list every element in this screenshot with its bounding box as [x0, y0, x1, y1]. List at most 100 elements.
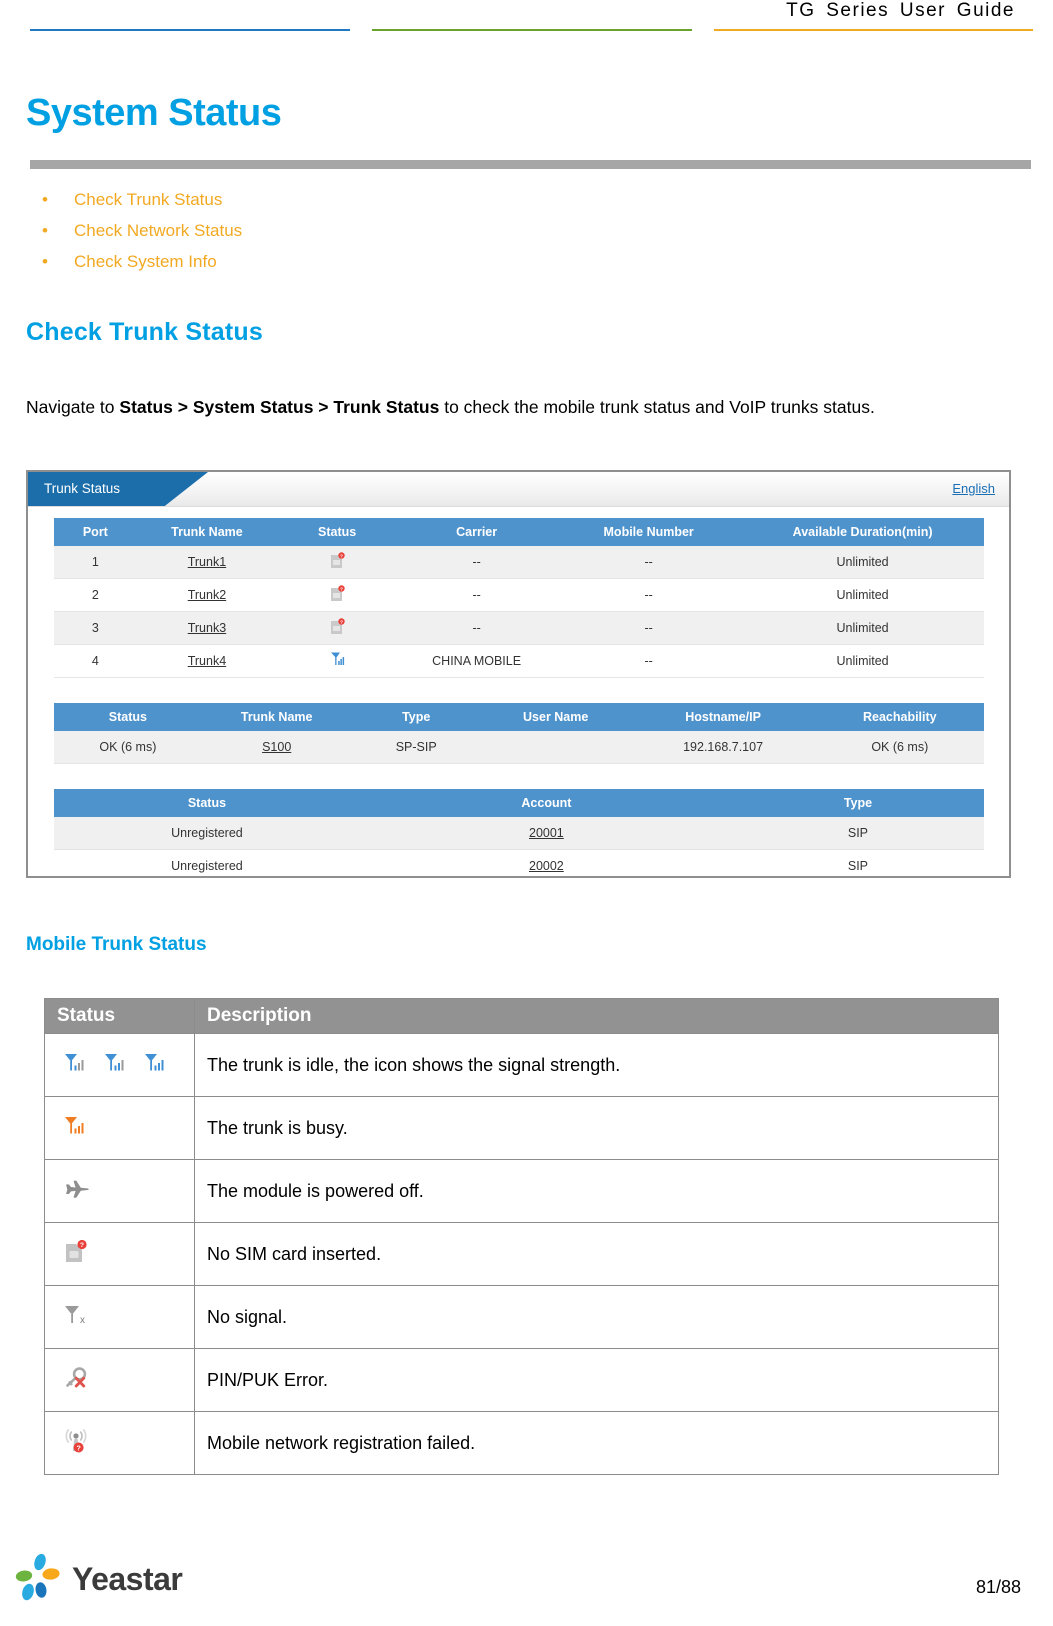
svg-text:?: ? [76, 1443, 81, 1452]
table-row: PIN/PUK Error. [44, 1348, 999, 1412]
cell-description: The trunk is idle, the icon shows the si… [194, 1033, 999, 1097]
table-row: 1 Trunk1 ? -- -- Unlimited [53, 546, 984, 579]
screenshot-topbar: Trunk Status English [28, 472, 1009, 507]
table-header-row: Port Trunk Name Status Carrier Mobile Nu… [53, 518, 984, 546]
svg-text:?: ? [340, 586, 343, 591]
cell-status: ? [276, 611, 398, 645]
footer-logo: Yeastar [8, 1549, 183, 1610]
title-underline-bar [30, 160, 1031, 169]
col-user-name: User Name [481, 703, 631, 731]
cell-carrier: CHINA MOBILE [397, 644, 556, 678]
table-header-row: Status Description [44, 998, 999, 1034]
trunk-link[interactable]: Trunk1 [188, 555, 226, 569]
col-available-duration: Available Duration(min) [741, 518, 984, 546]
cell-description: No SIM card inserted. [194, 1222, 999, 1286]
table-row: Unregistered 20002 SIP [53, 849, 984, 876]
col-status: Status [53, 703, 203, 731]
col-description: Description [194, 998, 999, 1034]
cell-type: SIP [732, 817, 984, 850]
mobile-trunk-status-legend-table: Status Description The trunk is idle, th… [44, 998, 999, 1475]
cell-trunk-name[interactable]: Trunk2 [137, 578, 277, 612]
signal-bars-idle-icon [103, 1052, 127, 1079]
page-title: System Status [26, 92, 282, 134]
cell-carrier: -- [397, 578, 556, 612]
trunk-link[interactable]: Trunk4 [188, 654, 226, 668]
paragraph-text-before: Navigate to [26, 397, 120, 417]
col-type: Type [351, 703, 482, 731]
col-trunk-name: Trunk Name [137, 518, 277, 546]
cell-description: No signal. [194, 1285, 999, 1349]
no-signal-icon: x [63, 1303, 89, 1332]
cell-account[interactable]: 20001 [360, 817, 733, 850]
cell-status-icon [44, 1159, 195, 1223]
header-rule-yellow [714, 29, 1033, 31]
toc-link-check-trunk-status[interactable]: Check Trunk Status [30, 184, 630, 215]
col-mobile-number: Mobile Number [555, 518, 742, 546]
cell-mobile-number: -- [555, 546, 742, 579]
account-link[interactable]: 20002 [529, 859, 564, 873]
svg-text:x: x [80, 1315, 85, 1326]
trunk-link[interactable]: Trunk2 [188, 588, 226, 602]
cell-duration: Unlimited [741, 611, 984, 645]
cell-trunk-name[interactable]: S100 [202, 731, 352, 764]
sim-card-missing-icon: ? [63, 1239, 89, 1270]
col-reachability: Reachability [816, 703, 984, 731]
col-trunk-name: Trunk Name [202, 703, 352, 731]
toc-link-check-system-info[interactable]: Check System Info [30, 246, 630, 277]
cell-status: ? [276, 546, 398, 579]
cell-mobile-number: -- [555, 644, 742, 678]
toc-link-check-network-status[interactable]: Check Network Status [30, 215, 630, 246]
screenshot-language-link[interactable]: English [952, 481, 995, 496]
account-link[interactable]: 20001 [529, 826, 564, 840]
col-port: Port [53, 518, 138, 546]
screenshot-account-table: Status Account Type Unregistered 20001 S… [53, 789, 984, 876]
header-rule-green [372, 29, 692, 31]
cell-mobile-number: -- [555, 611, 742, 645]
cell-duration: Unlimited [741, 644, 984, 678]
sim-card-missing-icon: ? [329, 551, 345, 573]
toc-bullet-list: Check Trunk Status Check Network Status … [30, 184, 630, 277]
cell-account[interactable]: 20002 [360, 849, 733, 876]
cell-trunk-name[interactable]: Trunk1 [137, 546, 277, 579]
col-status: Status [44, 998, 195, 1034]
cell-status-icon [44, 1348, 195, 1412]
signal-bars-busy-icon [63, 1115, 87, 1142]
col-carrier: Carrier [397, 518, 556, 546]
section-heading-check-trunk-status: Check Trunk Status [26, 318, 263, 346]
table-row: x No signal. [44, 1285, 999, 1349]
table-row: ? Mobile network registration failed. [44, 1411, 999, 1475]
cell-status-icon: ? [44, 1411, 195, 1475]
page-header: TG Series User Guide [0, 0, 1053, 40]
signal-bars-idle-icon [63, 1052, 87, 1079]
col-hostname-ip: Hostname/IP [630, 703, 817, 731]
cell-duration: Unlimited [741, 578, 984, 612]
trunk-status-screenshot: Trunk Status English Port Trunk Name Sta… [26, 470, 1011, 878]
sim-card-missing-icon: ? [329, 617, 345, 639]
cell-trunk-name[interactable]: Trunk4 [137, 644, 277, 678]
cell-mobile-number: -- [555, 578, 742, 612]
cell-status-icon [44, 1096, 195, 1160]
svg-text:?: ? [80, 1242, 84, 1249]
brand-name: Yeastar [72, 1561, 183, 1597]
cell-type: SIP [732, 849, 984, 876]
table-row: Unregistered 20001 SIP [53, 817, 984, 850]
cell-reachability: OK (6 ms) [816, 731, 984, 764]
col-status: Status [276, 518, 398, 546]
cell-trunk-name[interactable]: Trunk3 [137, 611, 277, 645]
signal-bars-idle-icon [143, 1052, 167, 1079]
cell-status-icon: ? [44, 1222, 195, 1286]
cell-carrier: -- [397, 611, 556, 645]
cell-status-icon [44, 1033, 195, 1097]
table-row: ? No SIM card inserted. [44, 1222, 999, 1286]
cell-description: PIN/PUK Error. [194, 1348, 999, 1412]
table-row: The module is powered off. [44, 1159, 999, 1223]
cell-description: The module is powered off. [194, 1159, 999, 1223]
trunk-link[interactable]: S100 [262, 740, 291, 754]
table-row: The trunk is idle, the icon shows the si… [44, 1033, 999, 1097]
cell-hostname-ip: 192.168.7.107 [630, 731, 817, 764]
trunk-link[interactable]: Trunk3 [188, 621, 226, 635]
cell-duration: Unlimited [741, 546, 984, 579]
signal-bars-icon [329, 651, 346, 671]
screenshot-tab-trunk-status[interactable]: Trunk Status [28, 472, 208, 506]
paragraph-text-after: to check the mobile trunk status and VoI… [439, 397, 875, 417]
